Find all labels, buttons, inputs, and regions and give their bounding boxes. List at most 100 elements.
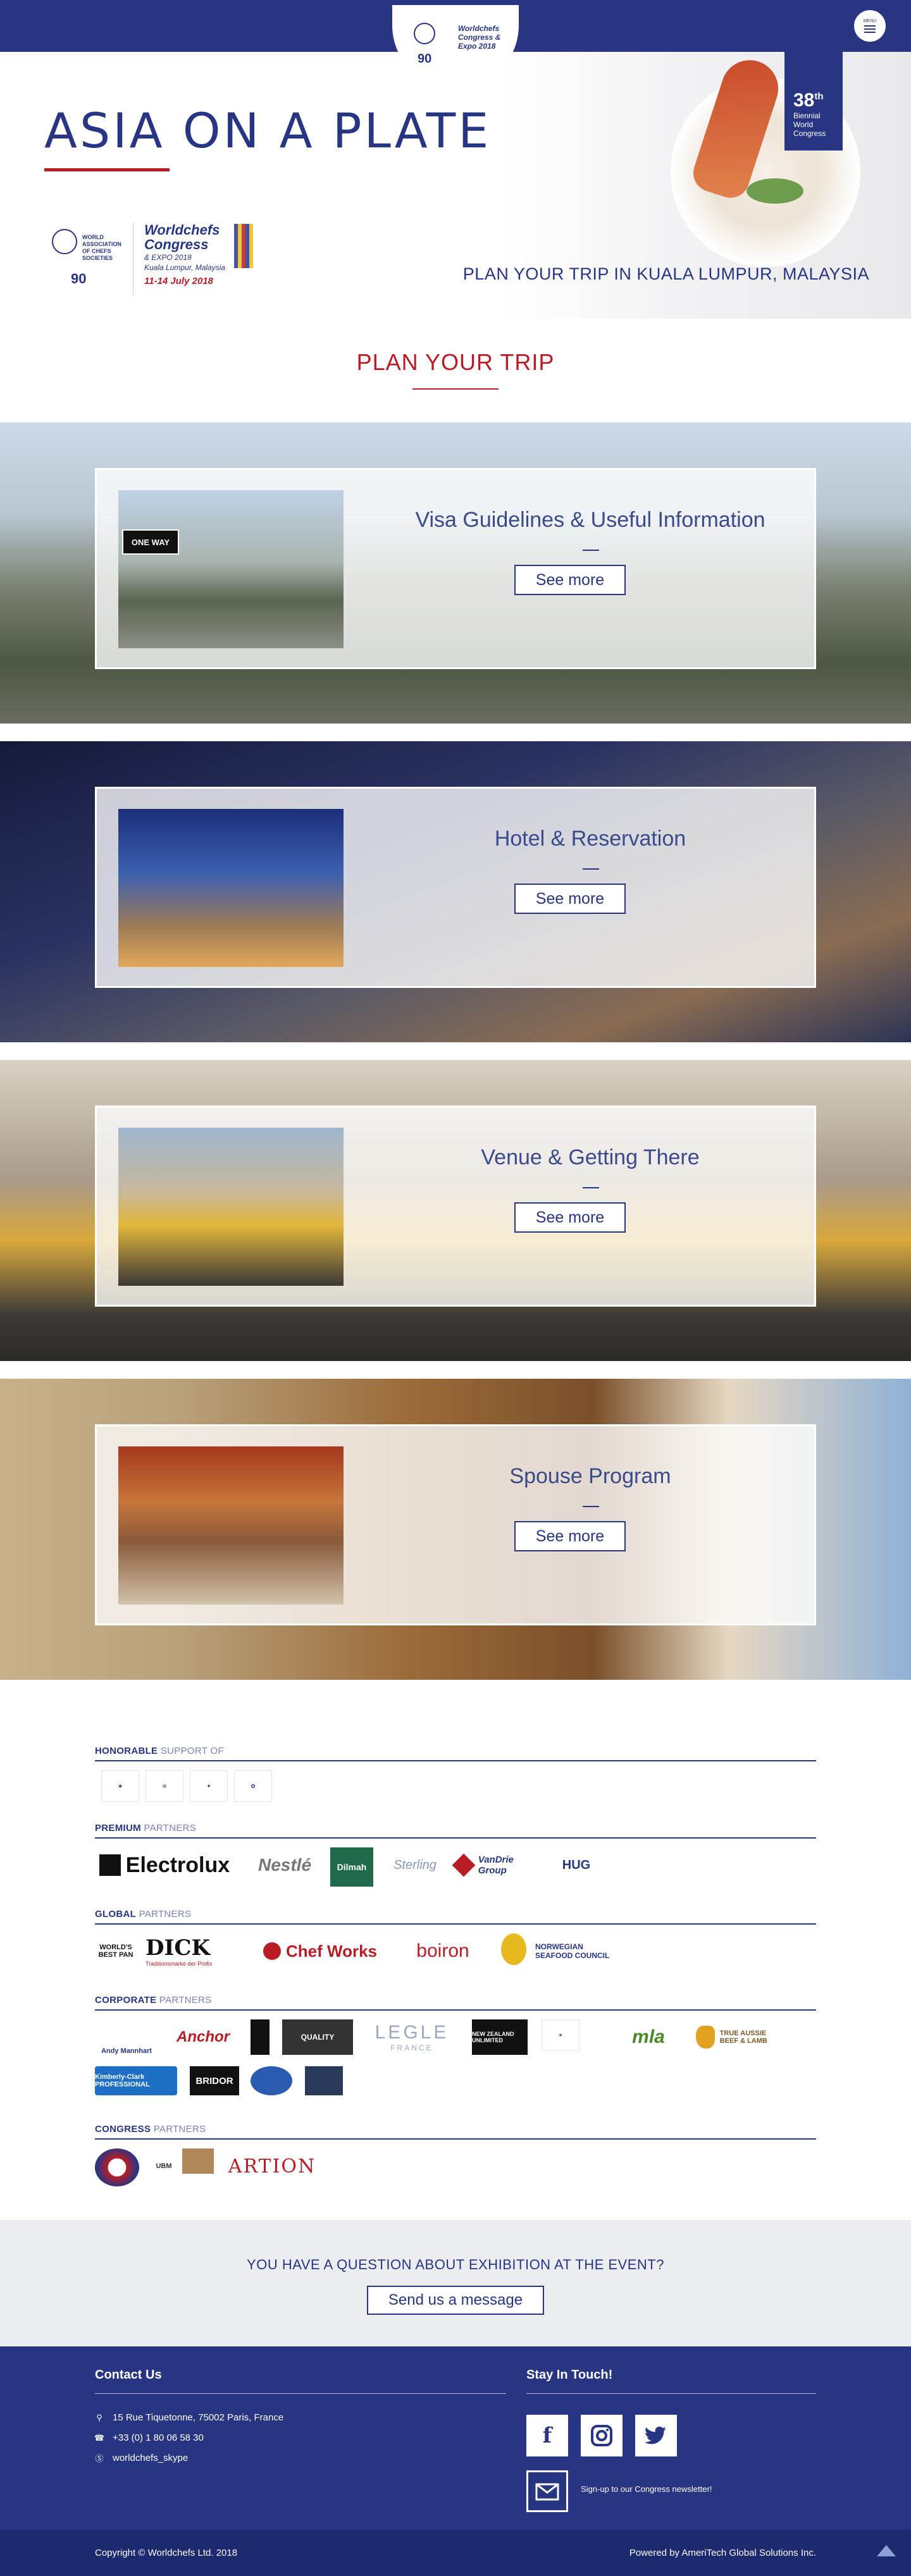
one-way-sign: ONE WAY — [122, 529, 179, 555]
footer-rule — [526, 2393, 816, 2394]
skype-item[interactable]: Ⓢworldchefs_skype — [95, 2453, 188, 2463]
sponsor-group-honorable: HONORABLE SUPPORT OF ★ ≋ ✦ ✿ — [95, 1746, 816, 1809]
logo-number: 90 — [418, 52, 432, 66]
new-zealand-logo[interactable]: NEW ZEALAND UNLIMITED — [472, 2019, 528, 2055]
badge-suffix: th — [814, 91, 824, 102]
send-message-button[interactable]: Send us a message — [367, 2286, 544, 2315]
heading-bold: PREMIUM — [95, 1823, 141, 1833]
heading-light: PARTNERS — [153, 2124, 206, 2135]
see-more-button[interactable]: See more — [514, 884, 626, 914]
sponsor-logos: WORLD'S BEST PAN DICK Traditionsmarke de… — [95, 1933, 816, 1973]
trip-panel-venue: Venue & Getting There See more — [0, 1060, 911, 1361]
dick-tagline: Traditionsmarke der Profis — [146, 1961, 213, 1967]
tourism-logo[interactable]: ✿ — [234, 1770, 272, 1802]
contact-question: YOU HAVE A QUESTION ABOUT EXHIBITION AT … — [247, 2257, 664, 2272]
sterling-logo[interactable]: Sterling — [383, 1847, 447, 1883]
bridor-logo[interactable]: BRIDOR — [190, 2066, 239, 2095]
ministry-crest-logo[interactable]: ★ — [101, 1770, 139, 1802]
australia-icon — [696, 2026, 715, 2049]
sponsor-logos: UBM ARTION — [95, 2148, 816, 2188]
electrolux-icon — [99, 1854, 121, 1876]
sponsor-group-heading: PREMIUM PARTNERS — [95, 1823, 816, 1833]
hero-title: ASIA ON A PLATE — [44, 102, 492, 159]
anchor-logo[interactable]: Anchor — [168, 2019, 238, 2055]
kimberly-clark-logo[interactable]: Kimberly-Clark PROFESSIONAL — [95, 2066, 177, 2095]
heading-light: SUPPORT OF — [160, 1746, 224, 1756]
contact-band: YOU HAVE A QUESTION ABOUT EXHIBITION AT … — [0, 2220, 911, 2346]
scroll-to-top-button[interactable] — [872, 2536, 901, 2565]
phone-item[interactable]: ☎ +33 (0) 1 80 06 58 30 — [94, 2432, 204, 2443]
nestle-logo[interactable]: Nestlé — [247, 1847, 323, 1883]
dilmah-logo[interactable]: Dilmah — [330, 1847, 373, 1887]
see-more-button[interactable]: See more — [514, 1521, 626, 1551]
venue-logo[interactable] — [182, 2148, 214, 2174]
dick-wordmark: DICK — [146, 1935, 210, 1961]
legle-wordmark: LEGLE — [375, 2022, 449, 2043]
hero-banner: ASIA ON A PLATE WORLD ASSOCIATION OF CHE… — [0, 52, 911, 319]
arrow-up-icon — [877, 2545, 896, 2556]
partner-logo[interactable]: ✶ — [542, 2019, 579, 2051]
gold-seal-logo[interactable] — [501, 1933, 526, 1965]
heading-light: PARTNERS — [139, 1909, 192, 1920]
black-tag-logo[interactable] — [251, 2019, 270, 2055]
quality-logo[interactable]: QUALITY — [282, 2019, 353, 2055]
footer-bottom-bar: Copyright © Worldchefs Ltd. 2018 Powered… — [0, 2530, 911, 2576]
phone-text: +33 (0) 1 80 06 58 30 — [113, 2432, 204, 2443]
newsletter-link[interactable]: Sign-up to our Congress newsletter! — [581, 2484, 712, 2494]
address-text: 15 Rue Tiquetonne, 75002 Paris, France — [113, 2412, 284, 2423]
chef-works-logo[interactable]: Chef Works — [257, 1933, 383, 1969]
boiron-logo[interactable]: boiron — [399, 1933, 487, 1969]
malaysia-logo[interactable]: ✦ — [190, 1770, 228, 1802]
aussie-beef-logo[interactable]: TRUE AUSSIE BEEF & LAMB — [696, 2019, 784, 2055]
see-more-button[interactable]: See more — [514, 565, 626, 595]
logo-text: Worldchefs Congress & Expo 2018 — [458, 24, 501, 51]
twitter-icon[interactable] — [635, 2415, 677, 2456]
hamburger-icon — [864, 25, 876, 27]
trip-title: Venue & Getting There — [481, 1145, 700, 1169]
see-more-button[interactable]: See more — [514, 1202, 626, 1233]
heading-bold: HONORABLE — [95, 1746, 158, 1756]
flag-icon — [234, 224, 253, 268]
newsletter-mail-icon[interactable] — [526, 2470, 568, 2512]
sponsor-logos: ★ ≋ ✦ ✿ — [95, 1770, 816, 1809]
wacs-logo: WORLD ASSOCIATION OF CHEFS SOCIETIES 90 — [44, 223, 127, 299]
powered-by-link[interactable]: Powered by AmeriTech Global Solutions In… — [629, 2548, 816, 2558]
biennial-badge: 38th Biennial World Congress — [784, 52, 843, 151]
logo-text: Chef Works — [286, 1941, 377, 1961]
sponsor-group-global: GLOBAL PARTNERS WORLD'S BEST PAN DICK Tr… — [95, 1909, 816, 1973]
menu-button[interactable]: MENU — [854, 10, 886, 42]
ministry-logo[interactable]: ≋ — [146, 1770, 183, 1802]
facebook-icon[interactable]: f — [526, 2415, 568, 2456]
artion-logo[interactable]: ARTION — [228, 2148, 316, 2184]
phone-icon: ☎ — [94, 2432, 105, 2443]
globe-icon — [52, 229, 77, 254]
andy-mannhart-logo[interactable]: Andy Mannhart — [95, 2019, 158, 2055]
sponsor-rule — [95, 2138, 816, 2140]
sponsor-rule — [95, 2009, 816, 2011]
round-partner-logo[interactable] — [251, 2066, 292, 2095]
dick-logo[interactable]: DICK Traditionsmarke der Profis — [146, 1933, 240, 1969]
congress-host-logo[interactable] — [95, 2148, 139, 2186]
dark-partner-logo[interactable] — [305, 2066, 343, 2095]
congress-date: 11-14 July 2018 — [144, 276, 213, 287]
sponsor-logos: Andy Mannhart Anchor QUALITY LEGLE FRANC… — [95, 2019, 816, 2102]
worlds-best-pan-logo[interactable]: WORLD'S BEST PAN — [95, 1933, 137, 1969]
globe-icon — [414, 23, 435, 44]
hug-logo[interactable]: HUG — [554, 1847, 598, 1883]
norwegian-seafood-logo[interactable]: NORWEGIAN SEAFOOD COUNCIL — [535, 1933, 617, 1969]
trip-title-underline — [583, 1187, 599, 1188]
trip-card: ONE WAY Visa Guidelines & Useful Informa… — [95, 468, 816, 669]
electrolux-logo[interactable]: Electrolux — [95, 1847, 234, 1883]
instagram-icon[interactable] — [581, 2415, 623, 2456]
legle-logo[interactable]: LEGLE FRANCE — [364, 2019, 459, 2055]
trip-thumbnail — [118, 1446, 344, 1605]
mla-logo[interactable]: mla — [614, 2019, 683, 2055]
ubm-logo[interactable]: UBM — [148, 2148, 180, 2184]
footer-rule — [95, 2393, 506, 2394]
wacs-number: 90 — [71, 271, 87, 287]
trip-panel-spouse: Spouse Program See more — [0, 1379, 911, 1680]
vandrie-logo[interactable]: VanDrie Group — [452, 1847, 544, 1883]
sponsor-group-heading: GLOBAL PARTNERS — [95, 1909, 816, 1920]
trip-thumbnail: ONE WAY — [118, 490, 344, 648]
trip-title-underline — [583, 550, 599, 551]
